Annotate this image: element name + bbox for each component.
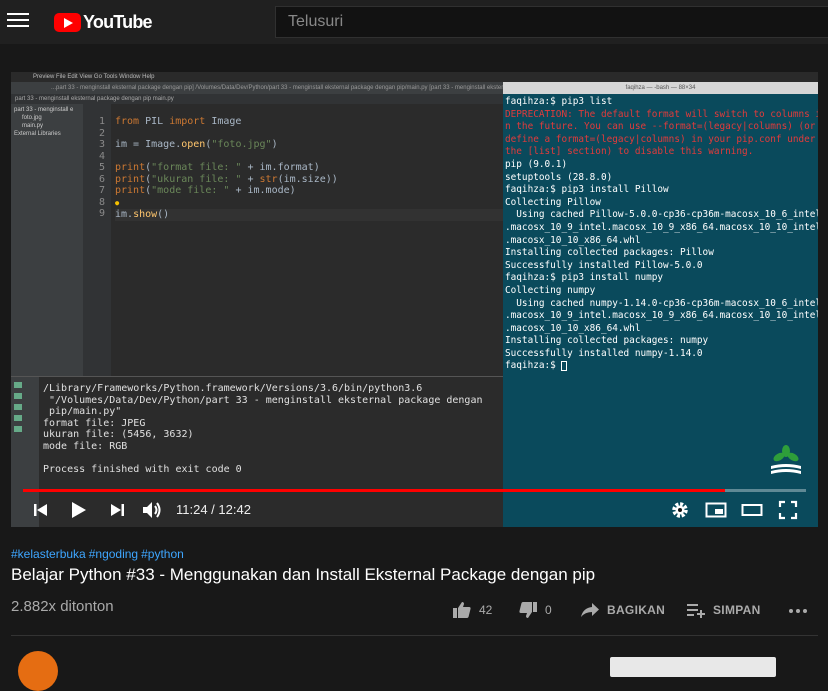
volume-button[interactable] [142, 500, 164, 520]
project-panel: part 33 - menginstall e foto.jpg main.py Ex… [11, 104, 83, 376]
run-output-line: ukuran file: (5456, 3632) [43, 429, 194, 440]
terminal-cursor [561, 360, 568, 371]
progress-bar[interactable] [23, 489, 806, 492]
run-output-line: Process finished with exit code 0 [43, 463, 242, 475]
miniplayer-icon [705, 502, 727, 518]
play-button[interactable] [70, 500, 88, 520]
ide-tabs: part 33 - menginstall eksternal package … [11, 94, 503, 104]
terminal-output: pip (9.0.1) setuptools (28.8.0) faqihza:… [505, 158, 818, 359]
project-tree-item[interactable]: part 33 - menginstall e [14, 106, 80, 114]
save-button[interactable]: SIMPAN [686, 600, 761, 620]
view-count: 2.882x ditonton [11, 598, 114, 615]
run-output-line [43, 452, 503, 464]
theater-mode-button[interactable] [741, 500, 763, 520]
share-button[interactable]: BAGIKAN [580, 600, 665, 620]
project-tree-item[interactable]: main.py [14, 122, 80, 130]
more-actions-button[interactable] [788, 600, 815, 620]
hashtags: #kelasterbuka #ngoding #python [11, 547, 187, 561]
playlist-add-icon [687, 604, 705, 618]
run-output-line: pip/main.py" [43, 406, 122, 417]
skip-previous-icon [34, 504, 47, 516]
share-icon [581, 603, 599, 617]
run-output-line: "/Volumes/Data/Dev/Python/part 33 - meng… [43, 394, 483, 406]
channel-avatar[interactable] [18, 651, 58, 691]
project-tree-item[interactable]: foto.jpg [14, 114, 80, 122]
fullscreen-icon [778, 500, 798, 520]
logo-text: YouTube [83, 11, 153, 32]
ide-title-bar: ...part 33 - menginstall eksternal packa… [11, 82, 503, 94]
line-number: 1 [98, 116, 105, 127]
terminal-prompt: faqihza:$ pip3 list [505, 96, 613, 107]
hamburger-menu-icon[interactable] [7, 13, 29, 31]
dislike-button[interactable]: 0 [518, 600, 552, 620]
skip-next-icon [111, 504, 124, 516]
next-button[interactable] [108, 500, 126, 520]
video-title: Belajar Python #33 - Menggunakan dan Ins… [11, 565, 596, 584]
terminal-final-prompt: faqihza:$ [505, 360, 562, 372]
hashtag-link[interactable]: #python [141, 547, 184, 561]
channel-watermark-icon [771, 445, 801, 474]
play-logo-icon [54, 12, 81, 32]
project-tree-item[interactable]: External Libraries [14, 130, 80, 138]
miniplayer-button[interactable] [705, 500, 727, 520]
line-number: 5 [98, 162, 105, 173]
terminal-warning: DEPRECATION: The default format will swi… [505, 108, 818, 158]
hashtag-link[interactable]: #kelasterbuka [11, 547, 86, 561]
like-count: 42 [479, 603, 493, 617]
line-number-gutter: 123456789 [83, 104, 111, 376]
line-number: 4 [98, 150, 105, 162]
search-input[interactable]: Telusuri [275, 6, 828, 38]
subscribe-button[interactable] [610, 657, 776, 677]
line-number: 9 [98, 208, 105, 219]
line-number: 3 [98, 139, 105, 150]
run-output-line: mode file: RGB [43, 440, 128, 452]
divider [11, 635, 818, 636]
previous-button[interactable] [32, 500, 50, 520]
volume-icon [143, 502, 161, 518]
terminal-title-bar: faqihza — -bash — 88×34 [503, 82, 818, 94]
thumbs-up-icon [453, 602, 471, 618]
dislike-count: 0 [545, 603, 552, 617]
mac-menubar: Preview File Edit View Go Tools Window H… [11, 72, 818, 82]
top-bar: YouTube Telusuri [0, 0, 828, 44]
time-display: 11:24 / 12:42 [176, 502, 251, 517]
thumbs-down-icon [519, 602, 537, 618]
gear-icon [672, 502, 688, 518]
play-icon [72, 502, 86, 518]
code-editor: from PIL import Image im = Image.open("f… [111, 104, 503, 376]
progress-fill [23, 489, 726, 492]
hashtag-link[interactable]: #ngoding [89, 547, 138, 561]
like-button[interactable]: 42 [452, 600, 492, 620]
settings-button[interactable] [670, 500, 690, 520]
youtube-logo[interactable]: YouTube [54, 10, 153, 34]
more-horizontal-icon [789, 609, 807, 613]
run-output-line: format file: JPEG [43, 417, 146, 429]
share-label: BAGIKAN [607, 603, 666, 617]
line-number: 7 [98, 185, 105, 196]
video-player[interactable]: Preview File Edit View Go Tools Window H… [11, 72, 818, 527]
theater-mode-icon [741, 504, 763, 516]
line-number: 2 [98, 127, 105, 139]
fullscreen-button[interactable] [778, 500, 798, 520]
line-number: 8 [98, 196, 105, 208]
save-label: SIMPAN [713, 603, 761, 617]
line-number: 6 [98, 173, 105, 185]
run-output-line: /Library/Frameworks/Python.framework/Ver… [43, 383, 423, 394]
